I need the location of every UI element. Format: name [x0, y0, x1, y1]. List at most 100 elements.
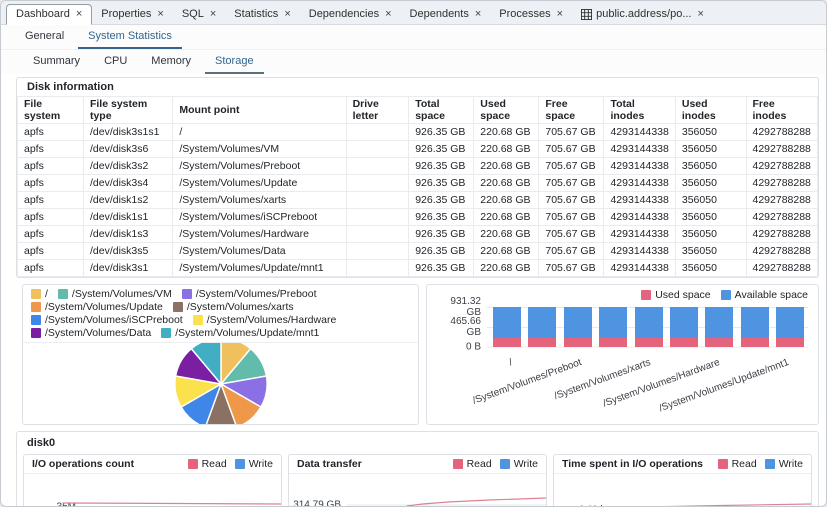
tab-label: Statistics [234, 8, 278, 20]
stacked-bar[interactable] [599, 307, 627, 347]
table-cell: /dev/disk3s4 [83, 175, 172, 192]
tab-processes[interactable]: Processes× [490, 5, 572, 24]
column-header[interactable]: Mount point [173, 97, 346, 124]
stacked-bar[interactable] [635, 307, 663, 347]
column-header[interactable]: File system [18, 97, 84, 124]
table-cell: 705.67 GB [539, 175, 604, 192]
legend-label: /System/Volumes/Data [45, 327, 151, 339]
close-icon[interactable]: × [697, 9, 703, 20]
legend-item: /System/Volumes/xarts [173, 301, 294, 313]
stacked-bar[interactable] [776, 307, 804, 347]
table-cell: 926.35 GB [409, 226, 474, 243]
stacked-bar[interactable] [705, 307, 733, 347]
table-row[interactable]: apfs/dev/disk3s2/System/Volumes/Preboot9… [18, 158, 818, 175]
legend-label: Read [202, 458, 227, 470]
tab-storage[interactable]: Storage [205, 51, 264, 74]
column-header[interactable]: Total inodes [604, 97, 675, 124]
legend-swatch [182, 289, 192, 299]
table-row[interactable]: apfs/dev/disk1s2/System/Volumes/xarts926… [18, 192, 818, 209]
legend-item: /System/Volumes/VM [58, 288, 172, 300]
stacked-bar[interactable] [741, 307, 769, 347]
legend-label: Read [732, 458, 757, 470]
used-space-segment [776, 338, 804, 347]
legend-swatch [31, 315, 41, 325]
x-tick-label: /System/Volumes/Preboot [471, 357, 583, 407]
stacked-bar[interactable] [564, 307, 592, 347]
table-header-row: File systemFile system typeMount pointDr… [18, 97, 818, 124]
legend-swatch [31, 289, 41, 299]
io-chart-legend: ReadWrite [453, 458, 538, 470]
legend-label: /System/Volumes/Update [45, 301, 163, 313]
table-cell: 926.35 GB [409, 124, 474, 141]
table-row[interactable]: apfs/dev/disk3s5/System/Volumes/Data926.… [18, 243, 818, 260]
tab-sql[interactable]: SQL × [173, 5, 225, 24]
table-cell: 356050 [675, 209, 746, 226]
legend-label: Write [514, 458, 538, 470]
tab-dependencies[interactable]: Dependencies× [300, 5, 401, 24]
disk-information-title: Disk information [17, 78, 818, 96]
table-cell: 705.67 GB [539, 209, 604, 226]
column-header[interactable]: Free inodes [746, 97, 818, 124]
table-cell: 4293144338 [604, 141, 675, 158]
table-cell: apfs [18, 243, 84, 260]
tab-properties[interactable]: Properties× [92, 5, 173, 24]
legend-label: / [45, 288, 48, 300]
tab-label: Dashboard [16, 8, 70, 20]
table-cell: 705.67 GB [539, 124, 604, 141]
tab-statistics[interactable]: Statistics × [225, 5, 299, 24]
read-series-line [361, 498, 546, 507]
column-header[interactable]: Total space [409, 97, 474, 124]
table-cell: 356050 [675, 243, 746, 260]
table-cell: /dev/disk3s1 [83, 260, 172, 277]
tab-system-statistics[interactable]: System Statistics [78, 26, 182, 49]
table-cell: /System/Volumes/VM [173, 141, 346, 158]
tab-label: Dependents [410, 8, 469, 20]
available-space-segment [705, 307, 733, 337]
table-cell: 356050 [675, 158, 746, 175]
legend-item: Write [500, 458, 538, 470]
pie-chart-wrap [23, 343, 418, 424]
tab-memory[interactable]: Memory [141, 51, 201, 74]
table-cell: 220.68 GB [474, 209, 539, 226]
disk0-title: disk0 [23, 435, 812, 454]
close-icon[interactable]: × [557, 9, 563, 20]
table-row[interactable]: apfs/dev/disk3s1s1/926.35 GB220.68 GB705… [18, 124, 818, 141]
tab-summary[interactable]: Summary [23, 51, 90, 74]
column-header[interactable]: Free space [539, 97, 604, 124]
table-cell: 926.35 GB [409, 158, 474, 175]
stacked-bar[interactable] [528, 307, 556, 347]
system-statistics-nav: SummaryCPUMemoryStorage [1, 50, 826, 74]
table-cell: apfs [18, 158, 84, 175]
table-cell: 220.68 GB [474, 141, 539, 158]
column-header[interactable]: Used space [474, 97, 539, 124]
tab-dashboard[interactable]: Dashboard × [6, 4, 92, 25]
tab-dependents[interactable]: Dependents × [401, 5, 491, 24]
close-icon[interactable]: × [157, 9, 163, 20]
close-icon[interactable]: × [210, 9, 216, 20]
column-header[interactable]: File system type [83, 97, 172, 124]
io-chart-header: Time spent in I/O operationsReadWrite [554, 455, 811, 474]
table-row[interactable]: apfs/dev/disk3s4/System/Volumes/Update92… [18, 175, 818, 192]
column-header[interactable]: Drive letter [346, 97, 409, 124]
stacked-bar[interactable] [670, 307, 698, 347]
io-chart-area: 35M30M [24, 478, 281, 507]
tab-public-address-po-[interactable]: public.address/po...× [572, 5, 713, 24]
stacked-bar[interactable] [493, 307, 521, 347]
main-tab-bar: Dashboard×Properties×SQL×Statistics×Depe… [1, 1, 826, 25]
table-row[interactable]: apfs/dev/disk3s1/System/Volumes/Update/m… [18, 260, 818, 277]
legend-item: /System/Volumes/Update [31, 301, 163, 313]
table-row[interactable]: apfs/dev/disk1s3/System/Volumes/Hardware… [18, 226, 818, 243]
table-row[interactable]: apfs/dev/disk1s1/System/Volumes/iSCPrebo… [18, 209, 818, 226]
table-row[interactable]: apfs/dev/disk3s6/System/Volumes/VM926.35… [18, 141, 818, 158]
close-icon[interactable]: × [385, 9, 391, 20]
table-cell: 220.68 GB [474, 124, 539, 141]
tab-general[interactable]: General [15, 26, 74, 49]
table-cell: 4292788288 [746, 141, 818, 158]
tab-label: SQL [182, 8, 204, 20]
close-icon[interactable]: × [76, 9, 82, 20]
close-icon[interactable]: × [284, 9, 290, 20]
table-cell: apfs [18, 260, 84, 277]
close-icon[interactable]: × [475, 9, 481, 20]
tab-cpu[interactable]: CPU [94, 51, 137, 74]
column-header[interactable]: Used inodes [675, 97, 746, 124]
